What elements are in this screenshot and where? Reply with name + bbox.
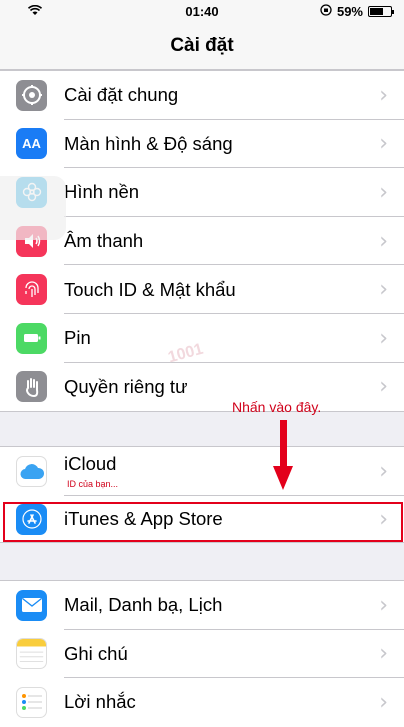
row-label: Hình nền bbox=[64, 181, 140, 203]
row-label: Âm thanh bbox=[64, 230, 144, 252]
row-label: Pin bbox=[64, 327, 91, 349]
mail-icon bbox=[16, 589, 47, 621]
chevron-right-icon: › bbox=[379, 459, 388, 484]
page-title: Cài đặt bbox=[0, 22, 404, 70]
annotation-arrow bbox=[280, 420, 287, 468]
row-label: Mail, Danh bạ, Lịch bbox=[64, 594, 223, 616]
settings-group-apps: Mail, Danh bạ, Lịch › Ghi chú › Lời nhắc… bbox=[0, 580, 404, 727]
settings-row-notes[interactable]: Ghi chú › bbox=[0, 630, 404, 679]
row-label: Cài đặt chung bbox=[64, 84, 179, 106]
settings-group-general: Cài đặt chung › AA Màn hình & Độ sáng › … bbox=[0, 70, 404, 413]
row-label: Ghi chú bbox=[64, 642, 128, 664]
chevron-right-icon: › bbox=[379, 641, 388, 667]
apple-id-sublabel: ID của bạn... bbox=[67, 479, 119, 489]
row-label: Lời nhắc bbox=[64, 691, 136, 713]
row-label: Touch ID & Mật khẩu bbox=[64, 278, 236, 300]
chevron-right-icon: › bbox=[379, 689, 388, 715]
ghost-overlay bbox=[0, 176, 66, 240]
settings-row-mail[interactable]: Mail, Danh bạ, Lịch › bbox=[0, 581, 404, 630]
annotation-text: Nhấn vào đây. bbox=[232, 399, 322, 415]
chevron-right-icon: › bbox=[379, 325, 388, 351]
chevron-right-icon: › bbox=[379, 131, 388, 157]
chevron-right-icon: › bbox=[379, 228, 388, 254]
notes-icon bbox=[16, 638, 47, 670]
chevron-right-icon: › bbox=[379, 82, 388, 108]
row-label: Quyền riêng tư bbox=[64, 375, 188, 397]
fingerprint-icon bbox=[16, 274, 47, 306]
battery-icon bbox=[368, 6, 394, 17]
orientation-lock-icon bbox=[320, 4, 332, 19]
highlight-box bbox=[3, 502, 403, 542]
chevron-right-icon: › bbox=[379, 179, 388, 205]
hand-icon bbox=[16, 371, 47, 403]
gear-icon bbox=[16, 79, 47, 111]
settings-row-privacy[interactable]: Quyền riêng tư › bbox=[0, 363, 404, 412]
battery-icon bbox=[16, 322, 47, 354]
display-icon: AA bbox=[16, 128, 47, 160]
settings-row-display[interactable]: AA Màn hình & Độ sáng › bbox=[0, 120, 404, 169]
row-label: iCloud bbox=[64, 453, 117, 474]
icloud-icon bbox=[16, 456, 47, 487]
settings-row-icloud[interactable]: iCloud ID của bạn... › bbox=[0, 447, 404, 496]
annotation-arrow-head bbox=[273, 466, 293, 490]
reminders-icon bbox=[16, 686, 47, 718]
chevron-right-icon: › bbox=[379, 374, 388, 400]
settings-row-reminders[interactable]: Lời nhắc › bbox=[0, 678, 404, 727]
status-bar: 01:40 59% bbox=[0, 0, 404, 22]
settings-row-general[interactable]: Cài đặt chung › bbox=[0, 71, 404, 120]
settings-row-touch-id[interactable]: Touch ID & Mật khẩu › bbox=[0, 265, 404, 314]
row-label: Màn hình & Độ sáng bbox=[64, 132, 233, 154]
battery-percent: 59% bbox=[336, 4, 363, 19]
chevron-right-icon: › bbox=[379, 592, 388, 618]
chevron-right-icon: › bbox=[379, 277, 388, 303]
